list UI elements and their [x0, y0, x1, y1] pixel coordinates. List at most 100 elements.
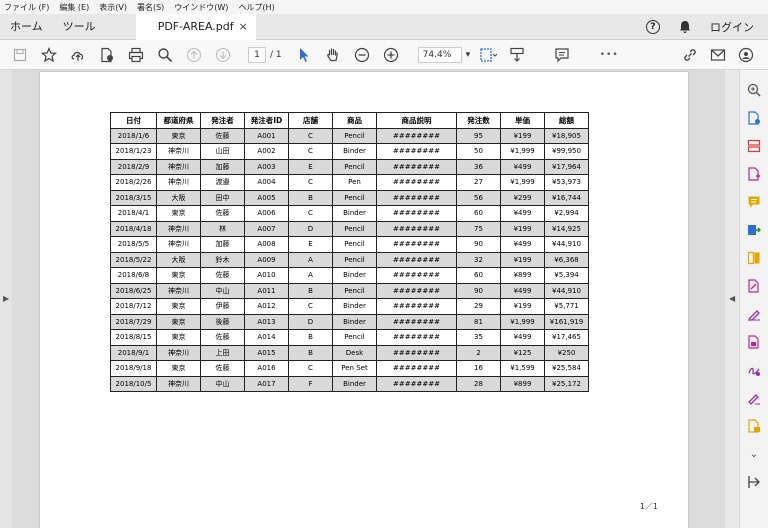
print-icon[interactable]	[126, 45, 146, 65]
tool-create-pdf-icon[interactable]	[746, 110, 762, 126]
fit-page-icon[interactable]	[478, 45, 498, 65]
cell-description: ########	[376, 143, 457, 160]
add-user-icon[interactable]	[738, 47, 754, 63]
page-down-icon[interactable]	[213, 45, 233, 65]
tool-fill-sign-icon[interactable]	[746, 306, 762, 322]
tab-tools[interactable]: ツール	[53, 14, 106, 40]
cell-quantity: 60	[456, 267, 501, 284]
cell-prefecture: 神奈川	[156, 143, 201, 160]
collapse-right-pane-icon[interactable]: ◀	[729, 294, 735, 303]
tool-request-signature-icon[interactable]	[746, 362, 762, 378]
cell-orderer: 伊藤	[200, 298, 245, 315]
help-icon[interactable]: ?	[646, 19, 660, 34]
cell-prefecture: 東京	[156, 205, 201, 222]
cell-quantity: 90	[456, 236, 501, 253]
comment-icon[interactable]	[552, 45, 572, 65]
cell-product: Pencil	[332, 329, 377, 346]
table-row: 2018/9/1 神奈川 上田 A015 B Desk ######## 2 ¥125 ¥250	[110, 344, 589, 361]
left-navigation-pane[interactable]: ▶	[0, 70, 12, 528]
cell-prefecture: 神奈川	[156, 220, 201, 237]
cell-orderer: 山田	[200, 143, 245, 160]
col-date: 日付	[110, 112, 157, 129]
cell-orderer-id: A010	[244, 267, 289, 284]
tool-export-icon[interactable]	[746, 474, 762, 490]
hand-tool-icon[interactable]	[323, 45, 343, 65]
cell-store: B	[288, 282, 333, 299]
col-quantity: 発注数	[456, 112, 501, 129]
cell-prefecture: 大阪	[156, 251, 201, 268]
cell-orderer-id: A003	[244, 158, 289, 175]
tool-sign-icon[interactable]	[746, 390, 762, 406]
document-canvas[interactable]: 日付 都道府県 発注者 発注者ID 店舗 商品 商品説明 発注数 単価 総額 2…	[12, 70, 725, 528]
menu-window[interactable]: ウインドウ(W)	[174, 2, 228, 13]
menu-edit[interactable]: 編集 (E)	[59, 2, 89, 13]
cell-quantity: 95	[456, 127, 501, 144]
cell-unit-price: ¥499	[500, 205, 545, 222]
tool-combine-files-icon[interactable]	[746, 166, 762, 182]
cell-orderer-id: A016	[244, 360, 289, 377]
zoom-selector[interactable]: 74.4% ▾	[417, 46, 471, 63]
tool-zoom-icon[interactable]	[746, 82, 762, 98]
login-button[interactable]: ログイン	[710, 19, 754, 35]
cell-orderer: 佐藤	[200, 267, 245, 284]
col-orderer-id: 発注者ID	[244, 112, 289, 129]
right-pane-toggle[interactable]: ◀	[725, 70, 739, 528]
cell-store: A	[288, 251, 333, 268]
star-icon[interactable]	[39, 45, 59, 65]
tool-comment-icon[interactable]	[746, 194, 762, 210]
cell-total: ¥2,994	[544, 205, 589, 222]
tool-edit-pdf-icon[interactable]	[746, 278, 762, 294]
cell-date: 2018/7/12	[110, 298, 157, 315]
cell-orderer-id: A004	[244, 174, 289, 191]
cell-description: ########	[376, 375, 457, 392]
page-number-input[interactable]: 1	[248, 46, 266, 63]
menu-view[interactable]: 表示(V)	[99, 2, 127, 13]
cell-product: Pencil	[332, 282, 377, 299]
cell-quantity: 60	[456, 205, 501, 222]
cell-quantity: 32	[456, 251, 501, 268]
save-icon[interactable]	[10, 45, 30, 65]
mail-icon[interactable]	[710, 48, 726, 62]
link-icon[interactable]	[682, 47, 698, 63]
cell-unit-price: ¥299	[500, 189, 545, 206]
tool-export-pdf-icon[interactable]	[746, 222, 762, 238]
zoom-value[interactable]: 74.4%	[417, 46, 462, 63]
cell-quantity: 75	[456, 220, 501, 237]
cell-total: ¥17,964	[544, 158, 589, 175]
cell-orderer-id: A013	[244, 313, 289, 330]
cell-total: ¥44,910	[544, 236, 589, 253]
tab-document[interactable]: PDF-AREA.pdf ×	[135, 13, 256, 40]
tab-home[interactable]: ホーム	[0, 14, 53, 40]
cell-unit-price: ¥199	[500, 220, 545, 237]
tool-stamp-icon[interactable]	[746, 418, 762, 434]
cell-unit-price: ¥499	[500, 329, 545, 346]
search-icon[interactable]	[155, 45, 175, 65]
select-cursor-icon[interactable]	[294, 45, 314, 65]
more-tools-chevron-icon[interactable]: ⌄	[746, 446, 762, 462]
cell-quantity: 50	[456, 143, 501, 160]
tool-protect-icon[interactable]	[746, 334, 762, 350]
page-up-icon[interactable]	[184, 45, 204, 65]
tab-close-icon[interactable]: ×	[238, 14, 247, 40]
expand-left-pane-icon[interactable]: ▶	[3, 294, 9, 303]
zoom-dropdown-icon[interactable]: ▾	[466, 50, 471, 60]
menu-file[interactable]: ファイル (F)	[4, 2, 49, 13]
zoom-in-icon[interactable]	[381, 45, 401, 65]
document-share-icon[interactable]	[97, 45, 117, 65]
cell-quantity: 35	[456, 329, 501, 346]
table-row: 2018/8/15 東京 佐藤 A014 B Pencil ######## 35 ¥499 ¥1…	[110, 329, 589, 346]
tool-compare-icon[interactable]	[746, 250, 762, 266]
zoom-out-icon[interactable]	[352, 45, 372, 65]
bell-icon[interactable]	[678, 20, 692, 34]
scroll-mode-icon[interactable]	[507, 45, 527, 65]
more-options-icon[interactable]: •••	[599, 45, 619, 65]
cell-orderer: 林	[200, 220, 245, 237]
tool-organize-pages-icon[interactable]	[746, 138, 762, 154]
menu-sign[interactable]: 署名(S)	[137, 2, 164, 13]
cell-description: ########	[376, 360, 457, 377]
cloud-upload-icon[interactable]	[68, 45, 88, 65]
cell-unit-price: ¥899	[500, 267, 545, 284]
cell-prefecture: 東京	[156, 329, 201, 346]
menu-help[interactable]: ヘルプ(H)	[238, 2, 274, 13]
cell-store: A	[288, 267, 333, 284]
